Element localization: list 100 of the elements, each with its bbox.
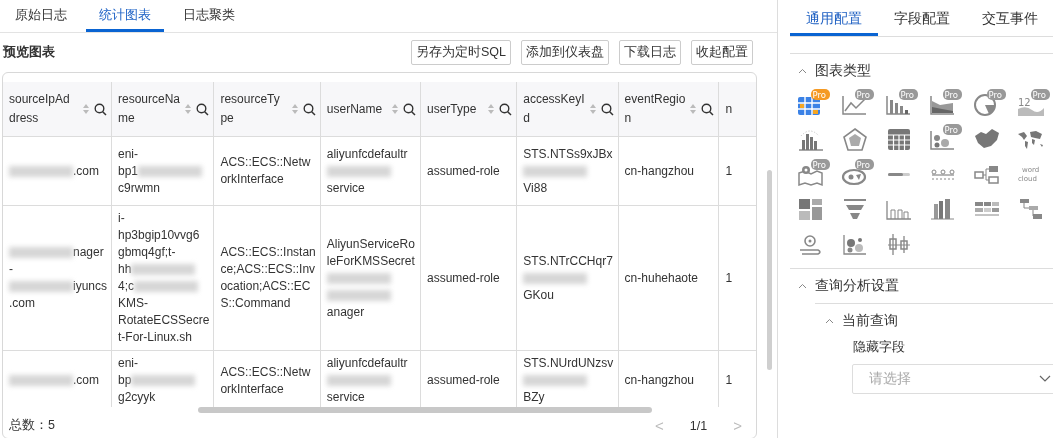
cell-text: .com (9, 296, 35, 310)
cell-text: assumed-role (427, 373, 500, 387)
search-icon[interactable] (302, 102, 316, 116)
column-header: userType (427, 100, 478, 118)
cell-text: c9rwmn (118, 180, 161, 195)
toolbar-button[interactable]: 收起配置 (691, 39, 753, 65)
view-tab[interactable]: 原始日志 (2, 0, 80, 32)
column-header: resourceNa me (118, 91, 181, 127)
redacted-mark (9, 281, 73, 293)
redacted-mark (326, 272, 391, 284)
redacted-mark (134, 281, 199, 293)
chevron-up-icon (825, 318, 834, 324)
sort-icon[interactable] (184, 103, 193, 115)
cell-text: .com (73, 373, 99, 387)
bubble-chart-icon (843, 234, 867, 255)
cell-text: orkInterface (220, 172, 284, 186)
pro-badge: Pro (943, 89, 962, 100)
icon-label: 12 (1018, 97, 1031, 108)
cell-text: service (326, 390, 365, 404)
cell-text: ACS::ECS::Netw (220, 364, 311, 379)
cell-text: - (9, 262, 13, 276)
subsection-header[interactable]: 当前查询 (815, 304, 906, 338)
sort-icon[interactable] (391, 103, 399, 115)
search-icon[interactable] (196, 102, 210, 116)
dots-chart-icon (931, 169, 955, 180)
cell-text: service (326, 180, 365, 195)
chevron-up-icon (798, 283, 807, 289)
search-icon[interactable] (403, 102, 416, 116)
redacted-mark (9, 165, 73, 177)
cell-text: 1 (725, 373, 733, 387)
sort-icon[interactable] (290, 103, 299, 115)
column-header: accessKeyI d (523, 91, 585, 127)
chevron-up-icon (798, 68, 807, 74)
cell-text: bp (118, 373, 132, 387)
cell-text: ACS::ECS::Instan (220, 245, 316, 259)
bar-outline-chart-icon (886, 200, 912, 220)
redacted-mark (9, 375, 73, 387)
chevron-down-icon (1039, 375, 1051, 383)
cell-text: assumed-role (427, 163, 500, 178)
search-icon[interactable] (94, 102, 107, 116)
toolbar-button[interactable]: 下载日志 (619, 39, 681, 65)
sort-icon[interactable] (689, 103, 698, 115)
column-header: resourceTy pe (220, 91, 281, 127)
cell-text: bp1 (118, 163, 139, 178)
world-map-chart-icon (1018, 131, 1043, 149)
pro-badge: Pro (811, 159, 830, 170)
cell-text: STS.NTSs9xJBx (523, 146, 613, 161)
cell-text: eni- (118, 356, 139, 370)
cell-text: aliyunfcdefaultr (326, 356, 408, 370)
cell-text: t-For-Linux.sh (118, 330, 193, 344)
view-tab[interactable]: 日志聚类 (170, 0, 248, 32)
cell-text: S::Command (220, 296, 291, 310)
progress-chart-icon (888, 173, 910, 176)
country-map-chart-icon (975, 129, 999, 148)
config-tab[interactable]: 交互事件 (966, 4, 1053, 36)
sort-icon[interactable] (487, 103, 496, 115)
config-tab[interactable]: 通用配置 (790, 4, 878, 36)
cell-text: nager (73, 245, 104, 259)
sort-icon[interactable] (82, 103, 90, 115)
redacted-mark (326, 289, 391, 301)
redacted-mark (9, 247, 73, 259)
pro-badge: Pro (943, 124, 962, 135)
pin-map-chart-icon (798, 166, 823, 187)
config-tab[interactable]: 字段配置 (878, 4, 966, 36)
view-tab[interactable]: 统计图表 (86, 0, 164, 32)
section-header[interactable]: 图表类型 (790, 54, 879, 88)
radar-chart-icon (843, 128, 867, 151)
cell-text: 1 (725, 163, 733, 178)
search-icon[interactable] (701, 102, 715, 116)
cell-text: 1 (725, 270, 733, 285)
cell-text: 4;c (118, 279, 135, 293)
toolbar-button[interactable]: 添加到仪表盘 (521, 39, 609, 65)
chart-type-button[interactable]: 12 Pro (1014, 88, 1052, 118)
location-chart-icon (799, 235, 821, 255)
blocks-chart-icon (974, 202, 1000, 216)
redacted-mark (131, 264, 196, 276)
sort-icon[interactable] (588, 103, 597, 115)
cell-text: assumed-role (427, 270, 500, 285)
section-header[interactable]: 查询分析设置 (790, 269, 907, 303)
horizontal-scrollbar[interactable] (198, 407, 652, 413)
redacted-mark (523, 165, 588, 177)
cell-text: orkInterface (220, 381, 284, 396)
cell-text: ACS::ECS::Netw (220, 155, 311, 169)
toolbar-button[interactable]: 另存为定时SQL (411, 39, 511, 65)
redacted-mark (523, 272, 588, 284)
search-icon[interactable] (499, 102, 513, 116)
cell-text: gbmq4gf;t- (118, 245, 176, 259)
cell-text: cn-huhehaote (624, 270, 698, 285)
column-header: sourceIpAd dress (9, 91, 71, 127)
tree-chart-icon (1020, 199, 1042, 219)
cell-text: ce;ACS::ECS::Inv (220, 262, 316, 276)
pro-badge: Pro (899, 89, 918, 100)
vertical-scrollbar[interactable] (767, 170, 772, 370)
table-chart-icon (797, 96, 821, 116)
pro-badge: Pro (855, 159, 874, 170)
cell-text: STS.NTrCCHqr7 (523, 253, 613, 268)
redacted-mark (326, 375, 391, 387)
pro-badge: Pro (811, 89, 830, 100)
cell-text: ocation;ACS::EC (220, 279, 311, 293)
search-icon[interactable] (600, 102, 614, 116)
